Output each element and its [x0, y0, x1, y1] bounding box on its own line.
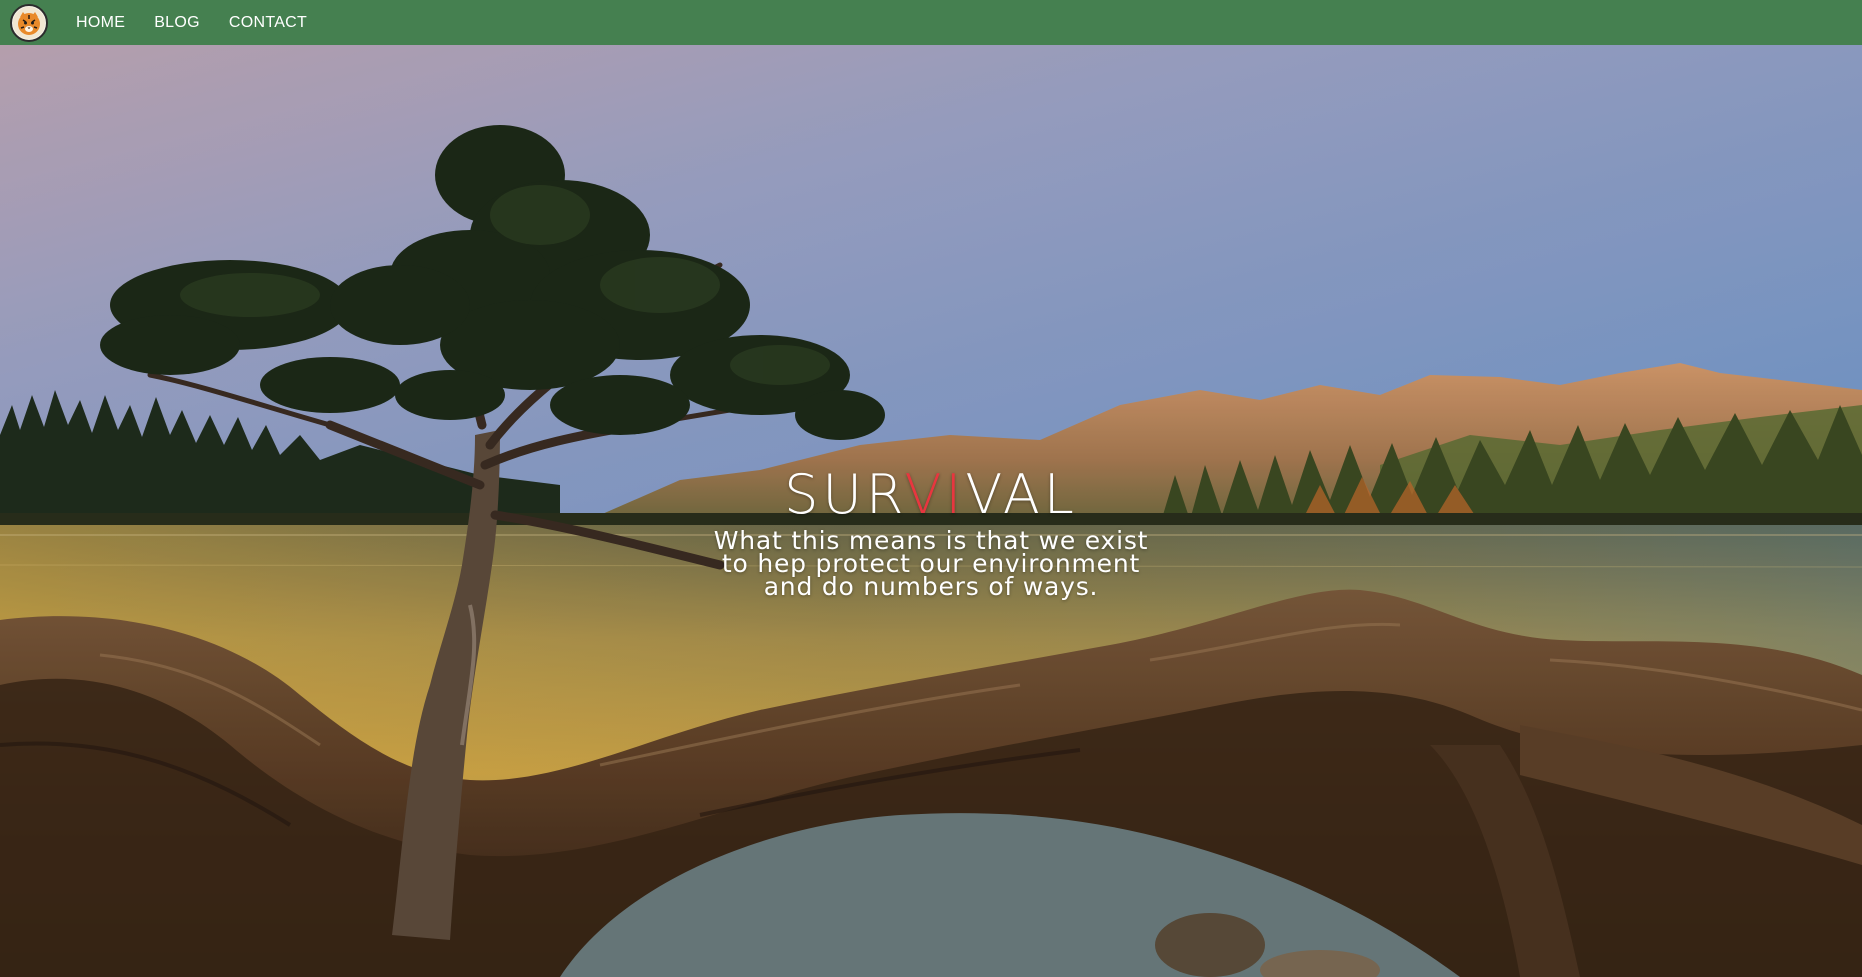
navbar: HOME BLOG CONTACT — [0, 0, 1862, 45]
tiger-icon[interactable] — [10, 3, 48, 42]
hero-title-part1: SUR — [784, 463, 905, 526]
nav-links: HOME BLOG CONTACT — [76, 0, 336, 45]
hero-title: SURVIVAL — [0, 465, 1862, 525]
nav-blog-link[interactable]: BLOG — [154, 0, 200, 45]
hero-section: SURVIVAL What this means is that we exis… — [0, 45, 1862, 977]
hero-subtitle: What this means is that we exist to hep … — [713, 526, 1149, 601]
hero-title-part2: VAL — [965, 463, 1078, 526]
nav-home-link[interactable]: HOME — [76, 0, 125, 45]
hero-title-accent: VI — [904, 463, 966, 526]
hero-text-block: SURVIVAL What this means is that we exis… — [0, 465, 1862, 601]
nav-contact-link[interactable]: CONTACT — [229, 0, 307, 45]
